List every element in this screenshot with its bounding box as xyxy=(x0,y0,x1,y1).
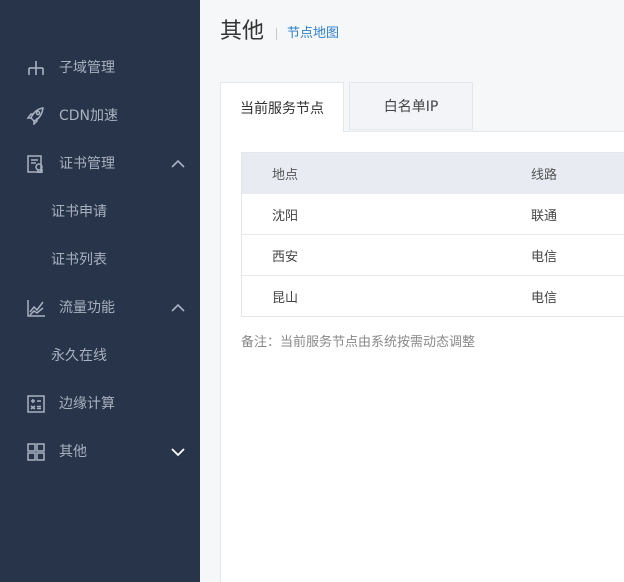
column-header-location: 地点 xyxy=(272,167,299,183)
table-cell-location: 沈阳 xyxy=(272,208,299,224)
table-cell-line: 电信 xyxy=(531,249,558,265)
sidebar-item-label: 其他 xyxy=(59,444,87,460)
table-cell-location: 西安 xyxy=(272,249,299,265)
sidebar-item-cert-list[interactable]: 证书列表 xyxy=(0,240,200,280)
main-content: 其他 节点地图 当前服务节点 白名单IP 地点 线路 沈阳 联通 西安 电信 昆… xyxy=(200,0,624,582)
sidebar-item-label: 边缘计算 xyxy=(59,396,115,412)
footnote: 备注：当前服务节点由系统按需动态调整 xyxy=(241,335,476,350)
table-header: 地点 线路 xyxy=(242,153,624,193)
certificate-icon xyxy=(26,155,46,173)
sidebar-item-label: 流量功能 xyxy=(59,300,115,316)
sidebar-item-label: 证书申请 xyxy=(51,204,107,220)
sidebar-item-label: 永久在线 xyxy=(51,348,107,364)
chevron-down-icon xyxy=(170,445,186,459)
grid-icon xyxy=(26,443,46,461)
sidebar-item-cert-apply[interactable]: 证书申请 xyxy=(0,192,200,232)
table-cell-location: 昆山 xyxy=(272,290,299,306)
sidebar-item-certificate[interactable]: 证书管理 xyxy=(0,144,200,184)
sidebar-item-label: 证书列表 xyxy=(51,252,107,268)
title-divider xyxy=(276,28,277,40)
chevron-up-icon xyxy=(170,301,186,315)
sidebar-item-cdn[interactable]: CDN加速 xyxy=(0,96,200,136)
sidebar-item-label: 证书管理 xyxy=(59,156,115,172)
column-header-line: 线路 xyxy=(531,167,558,183)
sitemap-icon xyxy=(26,59,46,77)
table-cell-line: 电信 xyxy=(531,290,558,306)
sidebar-item-other[interactable]: 其他 xyxy=(0,432,200,472)
sidebar: 子域管理 CDN加速 证书管理 证书申请 证书列表 流量功能 永久在线 边缘计算… xyxy=(0,0,200,582)
sidebar-item-subdomain[interactable]: 子域管理 xyxy=(0,48,200,88)
table-row: 西安 电信 xyxy=(242,234,624,275)
chart-icon xyxy=(26,299,46,317)
rocket-icon xyxy=(26,107,46,125)
sidebar-item-edge-compute[interactable]: 边缘计算 xyxy=(0,384,200,424)
table-cell-line: 联通 xyxy=(531,208,558,224)
sidebar-item-traffic[interactable]: 流量功能 xyxy=(0,288,200,328)
sidebar-item-label: CDN加速 xyxy=(59,108,119,124)
calculator-icon xyxy=(26,395,46,413)
table-row: 沈阳 联通 xyxy=(242,193,624,234)
sidebar-item-label: 子域管理 xyxy=(59,60,115,76)
tab-current-nodes[interactable]: 当前服务节点 xyxy=(220,82,344,132)
sidebar-item-always-online[interactable]: 永久在线 xyxy=(0,336,200,376)
chevron-up-icon xyxy=(170,157,186,171)
table-row: 昆山 电信 xyxy=(242,275,624,316)
nodes-table: 地点 线路 沈阳 联通 西安 电信 昆山 电信 xyxy=(241,152,624,317)
tab-whitelist-ip[interactable]: 白名单IP xyxy=(349,82,473,130)
breadcrumb-link[interactable]: 节点地图 xyxy=(287,25,339,43)
page-title: 其他 xyxy=(220,19,265,44)
